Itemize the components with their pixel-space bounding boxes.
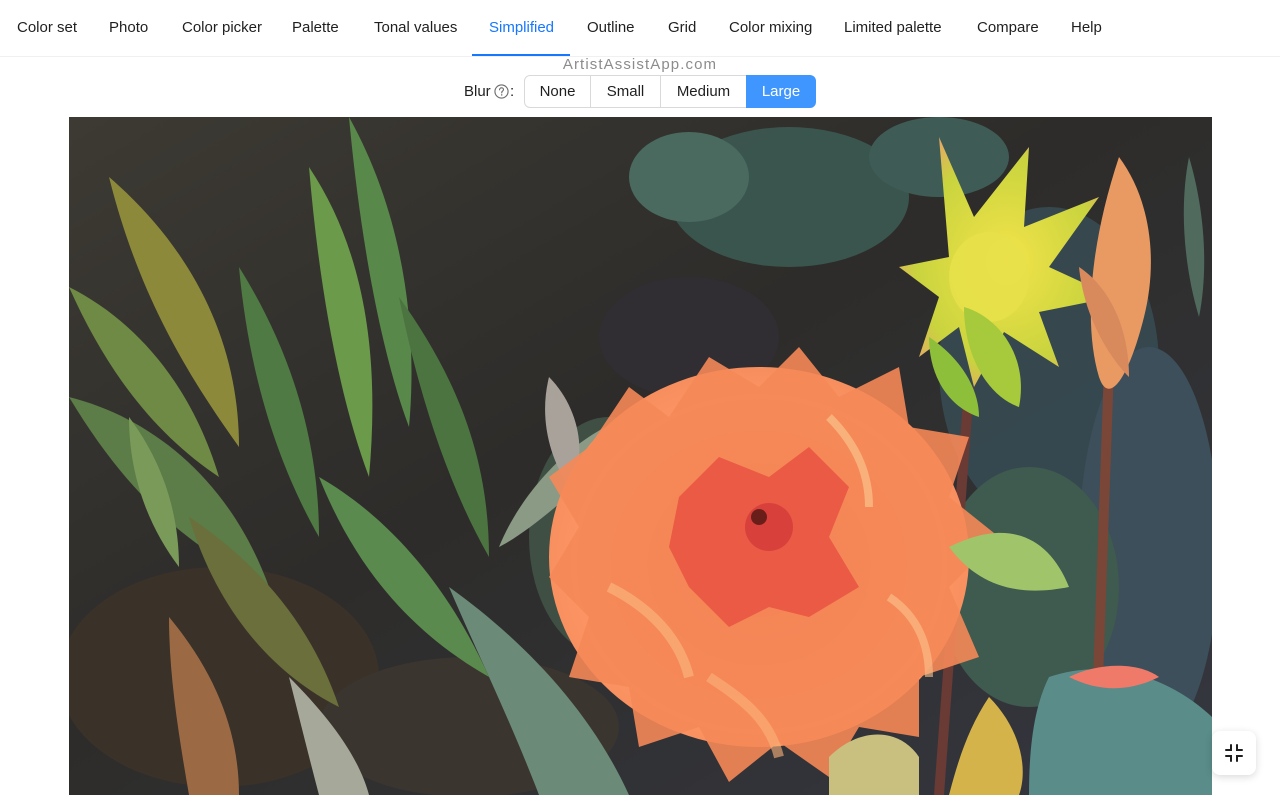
tab-outline[interactable]: Outline	[587, 0, 635, 56]
tab-help[interactable]: Help	[1071, 0, 1102, 56]
fullscreen-exit-button[interactable]	[1212, 731, 1256, 775]
tab-tonal-values[interactable]: Tonal values	[374, 0, 457, 56]
tab-color-mixing[interactable]: Color mixing	[729, 0, 812, 56]
blur-label: Blur	[464, 83, 491, 100]
tab-palette[interactable]: Palette	[292, 0, 339, 56]
tab-grid[interactable]: Grid	[668, 0, 696, 56]
tab-color-set[interactable]: Color set	[17, 0, 77, 56]
simplified-photo	[69, 117, 1212, 795]
fullscreen-exit-icon	[1225, 744, 1243, 762]
tab-simplified[interactable]: Simplified	[489, 0, 554, 56]
watermark-text: ArtistAssistApp.com	[562, 56, 718, 73]
blur-option-large[interactable]: Large	[746, 75, 816, 108]
blur-control: Blur : None Small Medium Large	[0, 75, 1280, 108]
blur-option-medium[interactable]: Medium	[660, 75, 747, 108]
tab-photo[interactable]: Photo	[109, 0, 148, 56]
question-circle-icon[interactable]	[494, 84, 509, 99]
tab-bar: Color set Photo Color picker Palette Ton…	[0, 0, 1280, 57]
blur-colon: :	[510, 83, 515, 100]
tab-compare[interactable]: Compare	[977, 0, 1039, 56]
tab-color-picker[interactable]: Color picker	[182, 0, 262, 56]
tab-limited-palette[interactable]: Limited palette	[844, 0, 942, 56]
blur-option-none[interactable]: None	[524, 75, 591, 108]
blur-option-small[interactable]: Small	[590, 75, 661, 108]
